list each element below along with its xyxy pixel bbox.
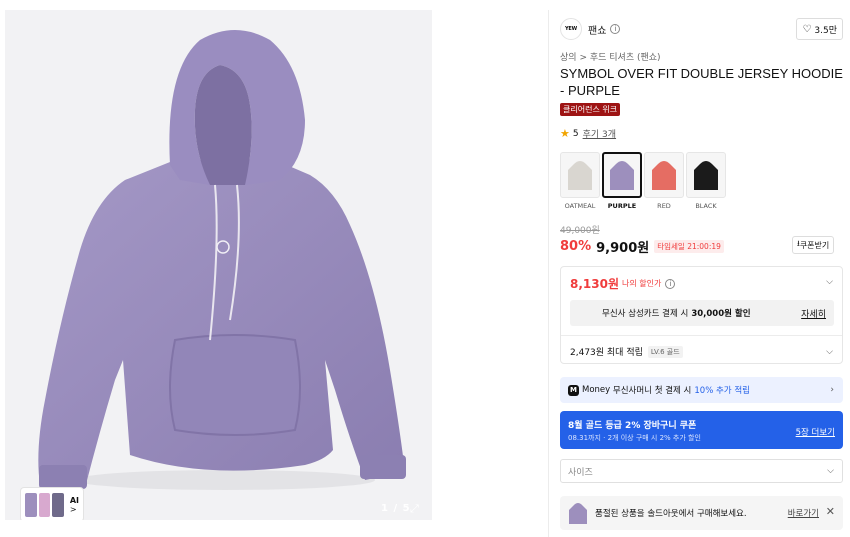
event-badge: 클리어런스 위크 (560, 103, 621, 116)
size-placeholder: 사이즈 (568, 467, 593, 478)
coupon-download-button[interactable]: ⭳ 쿠폰받기 (792, 236, 835, 254)
color-option-red[interactable]: RED (644, 152, 684, 210)
brand-row: YEW 팬쇼 i ♡ 3.5만 (560, 18, 843, 40)
original-price: 49,000원 (560, 226, 600, 236)
image-counter: 1 / 5 (381, 503, 411, 514)
thumb-swatch-purple (25, 492, 37, 517)
product-info-panel: YEW 팬쇼 i ♡ 3.5만 상의 > 후드 티셔츠 (팬쇼) SYMBOL … (548, 10, 850, 537)
rating-row: ★ 5 후기 3개 (560, 127, 616, 140)
star-icon: ★ (560, 127, 570, 140)
color-swatch (602, 152, 642, 198)
color-swatch (686, 152, 726, 198)
hoodie-thumb-icon (694, 161, 718, 190)
breadcrumb-subcategory[interactable]: 후드 티셔츠 (팬쇼) (590, 53, 661, 63)
color-label: RED (657, 202, 671, 210)
color-option-purple[interactable]: PURPLE (602, 152, 642, 210)
breadcrumb-separator: > (579, 53, 587, 63)
info-icon[interactable]: i (610, 24, 621, 34)
heart-icon: ♡ (802, 23, 812, 35)
hoodie-thumb-icon (568, 161, 592, 190)
color-option-oatmeal[interactable]: OATMEAL (560, 152, 600, 210)
thumb-swatch-dark (52, 492, 64, 517)
money-icon: M (568, 384, 579, 396)
close-icon[interactable]: ✕ (826, 505, 835, 518)
color-options: OATMEAL PURPLE RED BLACK (560, 152, 728, 210)
musinsa-money-banner[interactable]: M Money 무신사머니 첫 결제 시 10% 추가 적립 › (560, 377, 843, 403)
chevron-down-icon[interactable]: ⌵ (826, 347, 833, 357)
color-label: BLACK (695, 202, 717, 210)
product-hoodie-image (38, 30, 406, 490)
color-label: OATMEAL (564, 202, 596, 210)
money-brand: Money (582, 385, 611, 395)
money-highlight: 10% 추가 적립 (694, 386, 750, 396)
my-price-amount: 8,130원 (570, 277, 619, 291)
product-title: SYMBOL OVER FIT DOUBLE JERSEY HOODIE - P… (560, 66, 843, 98)
rating-value: 5 (572, 128, 579, 139)
max-points: 2,473원 최대 적립 LV.6 골드 (570, 345, 683, 358)
price-row: 80% 9,900원 타임세일 21:00:19 (560, 237, 724, 256)
card-offer-detail-link[interactable]: 자세히 (801, 307, 826, 320)
like-button[interactable]: ♡ 3.5만 (796, 18, 843, 40)
my-price-label: 나의 할인가 (622, 279, 662, 288)
chevron-right-icon: › (830, 385, 834, 395)
info-icon[interactable]: i (665, 278, 676, 289)
chevron-down-icon: ⌵ (827, 466, 834, 476)
coupon-button-label: 쿠폰받기 (799, 240, 830, 250)
grade-coupon-banner[interactable]: 8월 골드 등급 2% 장바구니 쿠폰 08.31까지 · 2개 이상 구매 시… (560, 411, 843, 449)
sale-price: 9,900원 (596, 241, 650, 256)
card-offer-amount: 30,000원 할인 (691, 309, 751, 319)
breadcrumb-category[interactable]: 상의 (560, 53, 577, 63)
ai-label: AI > (69, 495, 79, 514)
color-label: PURPLE (607, 202, 637, 210)
timesale-countdown: 타임세일 21:00:19 (654, 240, 724, 253)
coupon-more-link[interactable]: 5장 더보기 (796, 426, 835, 438)
reviews-link[interactable]: 후기 3개 (583, 127, 616, 140)
soldout-text: 품절된 상품을 솔드아웃에서 구매해보세요. (595, 509, 747, 519)
brand-name[interactable]: 팬쇼 (588, 22, 606, 37)
money-text: 무신사머니 첫 결제 시 (612, 386, 692, 396)
level-badge: LV.6 골드 (647, 345, 683, 358)
ai-try-on-thumbnail[interactable]: AI > (21, 488, 83, 520)
soldout-banner: 품절된 상품을 솔드아웃에서 구매해보세요. 바로가기 ✕ (560, 496, 843, 530)
hoodie-thumb-icon (610, 161, 634, 190)
color-option-black[interactable]: BLACK (686, 152, 726, 210)
brand-logo[interactable]: YEW (560, 18, 582, 40)
chevron-down-icon[interactable]: ⌵ (826, 277, 833, 287)
benefit-box: 8,130원 나의 할인가 i ⌵ 무신사 삼성카드 결제 시 30,000원 … (560, 266, 843, 364)
soldout-product-thumb (569, 503, 587, 524)
my-discount-price[interactable]: 8,130원 나의 할인가 i (570, 275, 676, 292)
coupon-banner-title: 8월 골드 등급 2% 장바구니 쿠폰 (568, 421, 697, 431)
color-swatch (644, 152, 684, 198)
size-select[interactable]: 사이즈 ⌵ (560, 459, 843, 483)
divider (561, 335, 842, 336)
breadcrumb: 상의 > 후드 티셔츠 (팬쇼) (560, 50, 661, 63)
product-image-gallery[interactable]: AI > 1 / 5 ⤢ (5, 10, 432, 520)
points-text: 2,473원 최대 적립 (570, 348, 643, 358)
discount-rate: 80% (560, 239, 592, 254)
card-offer: 무신사 삼성카드 결제 시 30,000원 할인 자세히 (570, 300, 834, 326)
coupon-banner-subtitle: 08.31까지 · 2개 이상 구매 시 2% 추가 할인 (568, 434, 701, 442)
like-count: 3.5만 (814, 25, 837, 36)
soldout-go-link[interactable]: 바로가기 (788, 507, 819, 519)
hoodie-thumb-icon (652, 161, 676, 190)
expand-icon[interactable]: ⤢ (410, 503, 422, 515)
color-swatch (560, 152, 600, 198)
card-offer-prefix: 무신사 삼성카드 결제 시 (602, 309, 689, 319)
thumb-swatch-pink (38, 492, 51, 517)
